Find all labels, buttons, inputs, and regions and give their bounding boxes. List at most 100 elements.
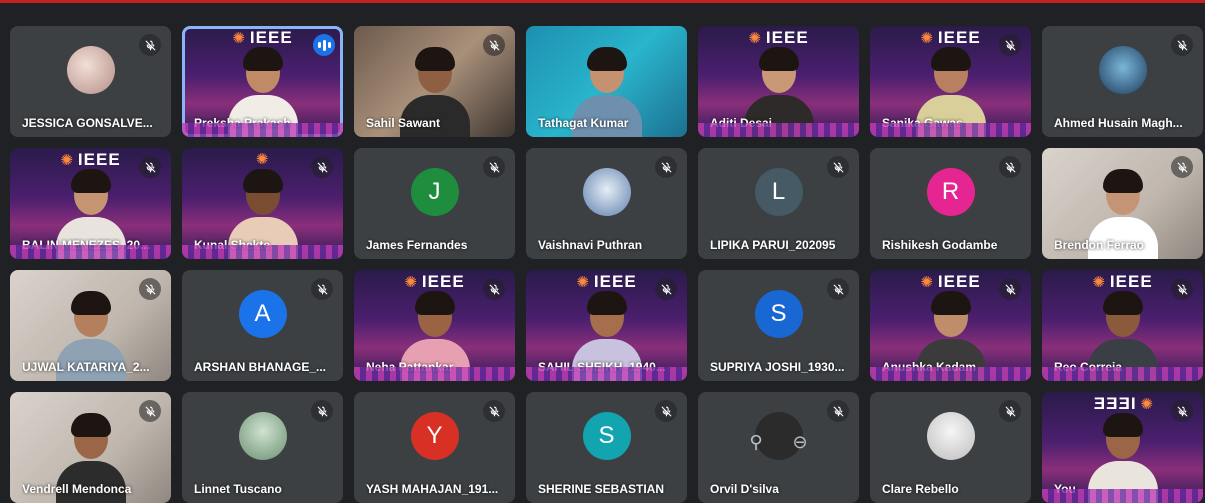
participant-tile[interactable]: ✺ IEEE Preksha Prakash (182, 26, 343, 137)
avatar (238, 412, 287, 460)
mic-off-icon (483, 400, 505, 422)
participant-tile[interactable]: ✺ IEEE SAHIL SHEIKH_1940... (526, 270, 687, 381)
avatar: S (582, 412, 631, 460)
mic-off-icon (139, 34, 161, 56)
participant-video (915, 45, 986, 137)
mic-off-icon (1171, 400, 1193, 422)
participant-name: LIPIKA PARUI_202095 (710, 238, 836, 252)
participant-tile[interactable]: J James Fernandes (354, 148, 515, 259)
mic-off-icon (311, 278, 333, 300)
participant-name: Preksha Prakash (194, 116, 291, 130)
mic-off-icon (827, 400, 849, 422)
participant-video (399, 289, 470, 381)
participant-name: Rishikesh Godambe (882, 238, 998, 252)
avatar: L (754, 168, 803, 216)
participant-name: SHERINE SEBASTIAN (538, 482, 665, 496)
participant-name: JESSICA GONSALVE... (22, 116, 153, 130)
participant-name: Neha Pattankar (366, 360, 454, 374)
mic-off-icon (827, 156, 849, 178)
mic-off-icon (139, 400, 161, 422)
participant-name: BALIN MENEZES_20... (22, 238, 151, 252)
avatar (66, 46, 115, 94)
mic-off-icon (483, 156, 505, 178)
avatar: S (754, 290, 803, 338)
participant-tile[interactable]: UJWAL KATARIYA_2... (10, 270, 171, 381)
mic-off-icon (999, 34, 1021, 56)
participant-tile[interactable]: ✺ IEEE Neha Pattankar (354, 270, 515, 381)
participant-name: YASH MAHAJAN_191... (366, 482, 499, 496)
mic-off-icon (1171, 278, 1193, 300)
participant-tile[interactable]: A ARSHAN BHANAGE_... (182, 270, 343, 381)
mic-off-icon (139, 156, 161, 178)
participant-name: Anushka Kadam (882, 360, 977, 374)
participant-name: Orvil D'silva (710, 482, 779, 496)
avatar: J (410, 168, 459, 216)
participant-name: Vendrell Mendonca (22, 482, 132, 496)
mic-off-icon (655, 278, 677, 300)
mic-off-icon (483, 278, 505, 300)
avatar: A (238, 290, 287, 338)
participant-tile[interactable]: Tathagat Kumar (526, 26, 687, 137)
mic-off-icon (999, 278, 1021, 300)
participant-name: Tathagat Kumar (538, 116, 629, 130)
participant-name: Clare Rebello (882, 482, 959, 496)
mic-off-icon (483, 34, 505, 56)
participant-video (1087, 411, 1158, 503)
participant-tile[interactable]: S SHERINE SEBASTIAN (526, 392, 687, 503)
participant-video (55, 167, 126, 259)
participant-tile[interactable]: ✺ IEEE You (1042, 392, 1203, 503)
participant-tile[interactable]: ⚲ ⊖ Orvil D'silva (698, 392, 859, 503)
participant-tile[interactable]: ✺ IEEE Sanika Gawas (870, 26, 1031, 137)
participant-tile[interactable]: ✺ IEEE Anushka Kadam (870, 270, 1031, 381)
participant-tile[interactable]: Linnet Tuscano (182, 392, 343, 503)
participant-tile[interactable]: Brendon Ferrao (1042, 148, 1203, 259)
participant-video (915, 289, 986, 381)
participant-tile[interactable]: ✺ IEEE Aditi Desai (698, 26, 859, 137)
remove-icon[interactable]: ⊖ (793, 432, 808, 453)
participant-tile[interactable]: Vaishnavi Puthran (526, 148, 687, 259)
participant-tile[interactable]: Clare Rebello (870, 392, 1031, 503)
participant-video (227, 167, 298, 259)
participant-name: Vaishnavi Puthran (538, 238, 643, 252)
participant-name: SAHIL SHEIKH_1940... (538, 360, 666, 374)
audio-level-icon (313, 34, 335, 56)
tile-hover-controls: ⚲ ⊖ (698, 432, 859, 453)
participant-tile[interactable]: ✺ Kunal Shekte (182, 148, 343, 259)
mic-off-icon (139, 278, 161, 300)
mic-off-icon (999, 400, 1021, 422)
participant-tile[interactable]: ✺ IEEE Reo Correia (1042, 270, 1203, 381)
participant-tile[interactable]: Ahmed Husain Magh... (1042, 26, 1203, 137)
avatar: R (926, 168, 975, 216)
mic-off-icon (999, 156, 1021, 178)
participant-name: You (1054, 482, 1076, 496)
participant-video (743, 45, 814, 137)
participant-tile[interactable]: Sahil Sawant (354, 26, 515, 137)
participant-tile[interactable]: R Rishikesh Godambe (870, 148, 1031, 259)
participant-name: Reo Correia (1054, 360, 1123, 374)
participant-grid: JESSICA GONSALVE... ✺ IEEE Preksha Prakas… (10, 26, 1203, 503)
participant-tile[interactable]: L LIPIKA PARUI_202095 (698, 148, 859, 259)
participant-name: Sahil Sawant (366, 116, 441, 130)
participant-name: SUPRIYA JOSHI_1930... (710, 360, 845, 374)
participant-tile[interactable]: JESSICA GONSALVE... (10, 26, 171, 137)
participant-name: James Fernandes (366, 238, 468, 252)
participant-name: ARSHAN BHANAGE_... (194, 360, 327, 374)
top-accent-bar (0, 0, 1205, 3)
mic-off-icon (827, 278, 849, 300)
pin-icon[interactable]: ⚲ (749, 432, 762, 453)
ieee-logo: ✺ (255, 151, 270, 168)
participant-tile[interactable]: Vendrell Mendonca (10, 392, 171, 503)
mic-off-icon (655, 156, 677, 178)
participant-video (571, 289, 642, 381)
participant-name: Kunal Shekte (194, 238, 271, 252)
participant-tile[interactable]: Y YASH MAHAJAN_191... (354, 392, 515, 503)
participant-name: Sanika Gawas (882, 116, 963, 130)
participant-tile[interactable]: ✺ IEEE BALIN MENEZES_20... (10, 148, 171, 259)
mic-off-icon (311, 400, 333, 422)
avatar (926, 412, 975, 460)
avatar (582, 168, 631, 216)
participant-name: Ahmed Husain Magh... (1054, 116, 1183, 130)
participant-name: Linnet Tuscano (194, 482, 282, 496)
mic-off-icon (311, 156, 333, 178)
participant-tile[interactable]: S SUPRIYA JOSHI_1930... (698, 270, 859, 381)
